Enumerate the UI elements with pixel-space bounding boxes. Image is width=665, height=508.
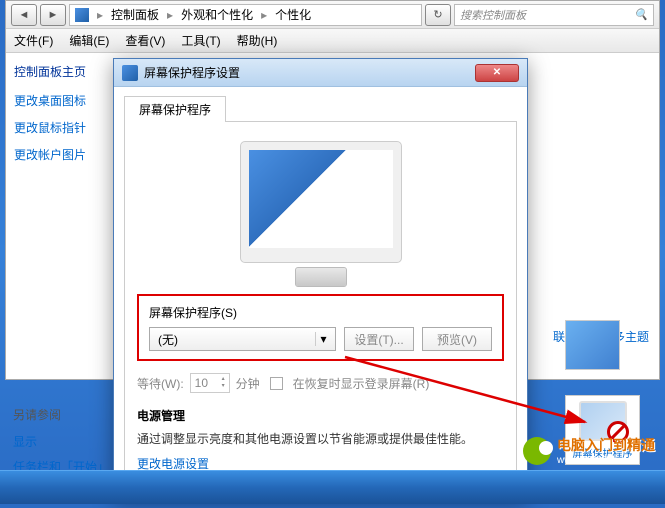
resume-checkbox[interactable] xyxy=(270,377,283,390)
menu-bar: 文件(F) 编辑(E) 查看(V) 工具(T) 帮助(H) xyxy=(6,29,659,53)
dialog-title: 屏幕保护程序设置 xyxy=(144,64,469,81)
wait-spinner[interactable]: 10 ▴▾ xyxy=(190,373,230,393)
menu-edit[interactable]: 编辑(E) xyxy=(69,32,109,49)
settings-button[interactable]: 设置(T)... xyxy=(344,327,414,351)
resume-checkbox-label: 在恢复时显示登录屏幕(R) xyxy=(293,375,430,392)
search-placeholder: 搜索控制面板 xyxy=(460,7,526,23)
dialog-titlebar[interactable]: 屏幕保护程序设置 ✕ xyxy=(114,59,527,87)
wait-value: 10 xyxy=(195,376,208,390)
refresh-button[interactable]: ↻ xyxy=(425,4,451,26)
breadcrumb-icon xyxy=(75,8,89,22)
dialog-icon xyxy=(122,65,138,81)
spinner-buttons[interactable]: ▴▾ xyxy=(222,376,225,390)
screensaver-section-label: 屏幕保护程序(S) xyxy=(149,304,492,321)
watermark-url: www.58116.cn xyxy=(557,455,655,466)
breadcrumb-sep: ▸ xyxy=(97,8,103,22)
power-section: 电源管理 通过调整显示亮度和其他电源设置以节省能源或提供最佳性能。 更改电源设置 xyxy=(137,407,504,472)
highlighted-section: 屏幕保护程序(S) (无) ▾ 设置(T)... 预览(V) xyxy=(137,294,504,361)
wait-unit: 分钟 xyxy=(236,375,260,392)
preview-button[interactable]: 预览(V) xyxy=(422,327,492,351)
menu-tools[interactable]: 工具(T) xyxy=(181,32,220,49)
close-button[interactable]: ✕ xyxy=(475,64,519,82)
nav-forward-button[interactable]: ► xyxy=(40,4,66,26)
breadcrumb-sep: ▸ xyxy=(167,8,173,22)
monitor-screen xyxy=(249,150,393,248)
tab-screensaver[interactable]: 屏幕保护程序 xyxy=(124,96,226,122)
dropdown-value: (无) xyxy=(158,331,178,348)
power-title: 电源管理 xyxy=(137,407,504,424)
see-also-display[interactable]: 显示 xyxy=(13,433,113,450)
nav-back-button[interactable]: ◄ xyxy=(11,4,37,26)
breadcrumb-leaf[interactable]: 个性化 xyxy=(275,6,311,23)
taskbar[interactable] xyxy=(0,470,665,504)
watermark: 电脑入门到精通 www.58116.cn xyxy=(523,435,655,466)
screensaver-row: (无) ▾ 设置(T)... 预览(V) xyxy=(149,327,492,351)
wait-label: 等待(W): xyxy=(137,375,184,392)
sidebar-title[interactable]: 控制面板主页 xyxy=(14,63,108,80)
see-also-title: 另请参阅 xyxy=(13,406,113,423)
sidebar-link-mouse-pointer[interactable]: 更改鼠标指针 xyxy=(14,119,108,136)
window-header: ◄ ► ▸ 控制面板 ▸ 外观和个性化 ▸ 个性化 ↻ 搜索控制面板 🔍 xyxy=(6,1,659,29)
tab-content: 屏幕保护程序(S) (无) ▾ 设置(T)... 预览(V) 等待(W): 10… xyxy=(124,121,517,485)
dialog-tabs: 屏幕保护程序 屏幕保护程序(S) (无) ▾ 设置(T)... 预览(V) 等待… xyxy=(124,95,517,485)
menu-view[interactable]: 查看(V) xyxy=(125,32,165,49)
breadcrumb[interactable]: ▸ 控制面板 ▸ 外观和个性化 ▸ 个性化 xyxy=(69,4,422,26)
menu-file[interactable]: 文件(F) xyxy=(14,32,53,49)
watermark-logo-icon xyxy=(523,437,551,465)
breadcrumb-mid[interactable]: 外观和个性化 xyxy=(181,6,253,23)
theme-thumbnail[interactable] xyxy=(565,320,620,370)
chevron-down-icon: ▾ xyxy=(315,332,331,346)
breadcrumb-root[interactable]: 控制面板 xyxy=(111,6,159,23)
monitor-stand xyxy=(296,268,346,286)
monitor-preview xyxy=(241,142,401,262)
sidebar-link-account-picture[interactable]: 更改帐户图片 xyxy=(14,146,108,163)
search-icon: 🔍 xyxy=(634,8,648,21)
watermark-text: 电脑入门到精通 xyxy=(557,435,655,455)
menu-help[interactable]: 帮助(H) xyxy=(237,32,278,49)
power-description: 通过调整显示亮度和其他电源设置以节省能源或提供最佳性能。 xyxy=(137,430,504,447)
breadcrumb-sep: ▸ xyxy=(261,8,267,22)
screensaver-settings-dialog: 屏幕保护程序设置 ✕ 屏幕保护程序 屏幕保护程序(S) (无) ▾ 设置(T).… xyxy=(113,58,528,498)
wait-row: 等待(W): 10 ▴▾ 分钟 在恢复时显示登录屏幕(R) xyxy=(137,373,504,393)
sidebar-link-desktop-icons[interactable]: 更改桌面图标 xyxy=(14,92,108,109)
search-input[interactable]: 搜索控制面板 🔍 xyxy=(454,4,654,26)
sidebar: 控制面板主页 更改桌面图标 更改鼠标指针 更改帐户图片 xyxy=(6,53,116,379)
screensaver-dropdown[interactable]: (无) ▾ xyxy=(149,327,336,351)
